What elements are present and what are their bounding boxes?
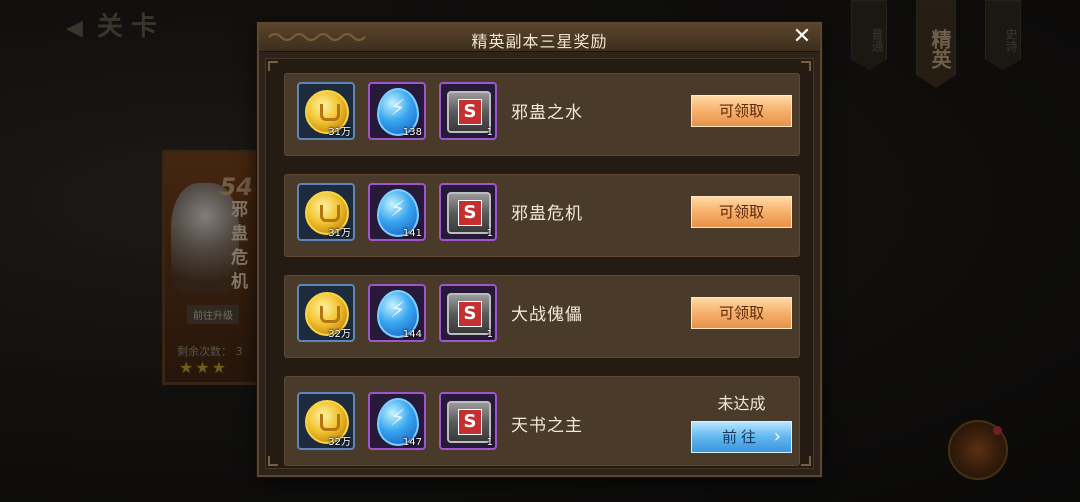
gold-reward[interactable]: 32万 — [297, 392, 355, 450]
chest-reward[interactable]: 1 — [439, 82, 497, 140]
crystal-reward[interactable]: 141 — [368, 183, 426, 241]
modal-body: 31万 138 1 邪蛊之水 可领取 31万 141 — [265, 58, 814, 469]
modal-title: 精英副本三星奖励 — [471, 32, 608, 51]
crystal-reward[interactable]: 144 — [368, 284, 426, 342]
close-icon[interactable]: ✕ — [790, 25, 814, 49]
treasure-box-icon — [447, 91, 491, 133]
chest-amount: 1 — [486, 329, 493, 340]
stage-name: 邪蛊危机 — [511, 204, 583, 224]
reward-row: 31万 141 1 邪蛊危机 可领取 — [284, 174, 800, 257]
chest-amount: 1 — [486, 437, 493, 448]
gold-amount: 31万 — [328, 127, 351, 138]
reward-row: 32万 144 1 大战傀儡 可领取 — [284, 275, 800, 358]
gold-reward[interactable]: 31万 — [297, 183, 355, 241]
crystal-reward[interactable]: 147 — [368, 392, 426, 450]
reward-row: 32万 147 1 天书之主 未达成 前往 › — [284, 376, 800, 466]
claim-button[interactable]: 可领取 — [691, 95, 792, 127]
corner-ornament — [801, 456, 811, 466]
corner-ornament — [268, 61, 278, 71]
treasure-box-icon — [447, 293, 491, 335]
stage-name: 邪蛊之水 — [511, 103, 583, 123]
goto-label: 前往 — [722, 428, 761, 446]
chest-amount: 1 — [486, 228, 493, 239]
claim-button[interactable]: 可领取 — [691, 196, 792, 228]
crystal-amount: 144 — [402, 329, 422, 340]
stage-name: 大战傀儡 — [511, 305, 583, 325]
crystal-reward[interactable]: 138 — [368, 82, 426, 140]
stage-name: 天书之主 — [511, 416, 583, 436]
treasure-box-icon — [447, 401, 491, 443]
crystal-amount: 141 — [402, 228, 422, 239]
claim-button[interactable]: 可领取 — [691, 297, 792, 329]
treasure-box-icon — [447, 192, 491, 234]
gold-reward[interactable]: 31万 — [297, 82, 355, 140]
reward-row: 31万 138 1 邪蛊之水 可领取 — [284, 73, 800, 156]
goto-button[interactable]: 前往 › — [691, 421, 792, 453]
gold-reward[interactable]: 32万 — [297, 284, 355, 342]
gold-amount: 32万 — [328, 329, 351, 340]
gold-amount: 32万 — [328, 437, 351, 448]
chevron-right-icon: › — [773, 426, 781, 447]
modal-header: 精英副本三星奖励 ✕ — [259, 24, 820, 52]
crystal-amount: 138 — [402, 127, 422, 138]
chest-reward[interactable]: 1 — [439, 284, 497, 342]
gold-amount: 31万 — [328, 228, 351, 239]
chest-reward[interactable]: 1 — [439, 183, 497, 241]
chest-amount: 1 — [486, 127, 493, 138]
status-not-reached: 未达成 — [717, 394, 766, 413]
corner-ornament — [268, 456, 278, 466]
corner-ornament — [801, 61, 811, 71]
crystal-amount: 147 — [402, 437, 422, 448]
chest-reward[interactable]: 1 — [439, 392, 497, 450]
rewards-modal: 精英副本三星奖励 ✕ 31万 138 1 邪蛊之水 可领取 — [257, 22, 822, 477]
